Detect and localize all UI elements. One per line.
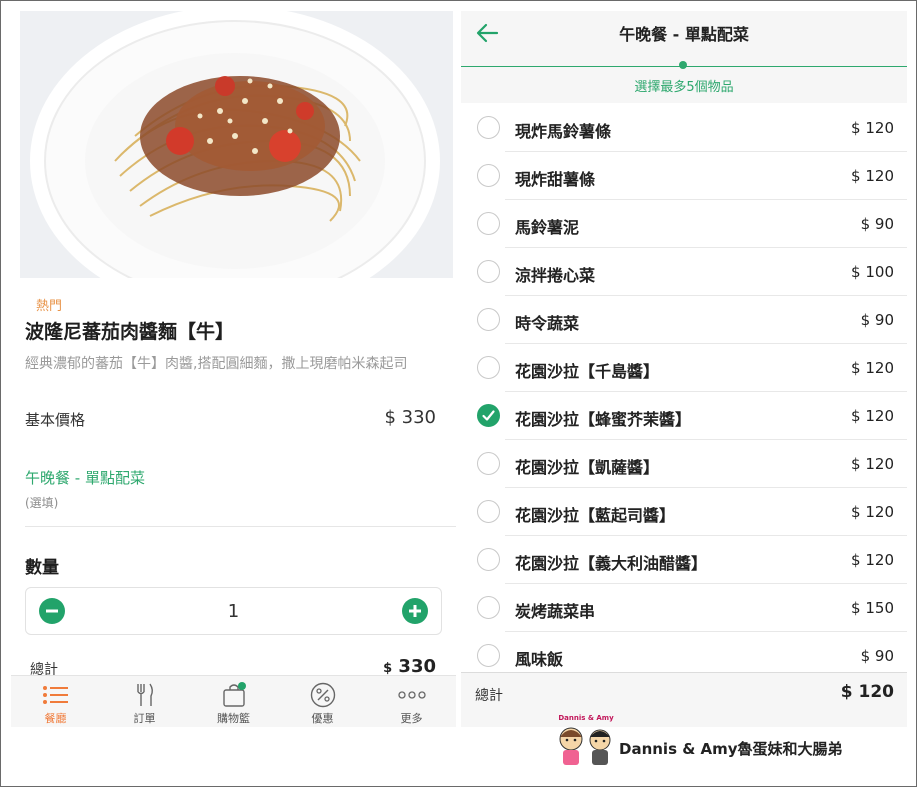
base-price-value: $ 330 — [384, 407, 436, 428]
divider — [25, 526, 456, 527]
tab-label: 更多 — [400, 712, 423, 725]
option-row[interactable]: 時令蔬菜 $ 90 — [461, 296, 907, 344]
total-value: $ 120 — [840, 682, 894, 702]
base-price-label: 基本價格 — [25, 411, 86, 429]
dish-photo — [20, 11, 453, 278]
total-value: $ 330 — [383, 656, 436, 677]
option-name: 時令蔬菜 — [515, 314, 580, 333]
selection-limit-note: 選擇最多5個物品 — [634, 80, 734, 95]
watermark: Dannis & Amy Dannis & Amy魯蛋妹和大腸弟 — [555, 713, 855, 773]
option-row[interactable]: 現炸馬鈴薯條 $ 120 — [461, 104, 907, 152]
more-icon — [397, 691, 426, 699]
tab-more[interactable]: 更多 — [367, 676, 456, 727]
percent-icon — [310, 682, 335, 708]
tab-offers[interactable]: 優惠 — [278, 676, 367, 727]
quantity-stepper: 1 — [25, 587, 442, 635]
option-price: $ 120 — [851, 455, 894, 473]
option-row[interactable]: 炭烤蔬菜串 $ 150 — [461, 584, 907, 632]
plus-button[interactable] — [402, 598, 428, 624]
radio-unchecked[interactable] — [477, 356, 500, 379]
option-row[interactable]: 花園沙拉【千島醬】 $ 120 — [461, 344, 907, 392]
option-name: 花園沙拉【義大利油醋醬】 — [515, 554, 708, 573]
tab-label: 餐廳 — [44, 712, 67, 725]
option-price: $ 90 — [860, 647, 894, 665]
cart-badge-dot — [237, 682, 246, 690]
option-name: 花園沙拉【千島醬】 — [515, 362, 660, 381]
list-icon — [42, 686, 68, 704]
dish-description: 經典濃郁的蕃茄【牛】肉醬,搭配圓細麵，撒上現磨帕米森起司 — [25, 356, 408, 372]
dish-detail-screen: 熱門 波隆尼蕃茄肉醬麵【牛】 經典濃郁的蕃茄【牛】肉醬,搭配圓細麵，撒上現磨帕米… — [11, 11, 456, 727]
total-amount: 330 — [398, 656, 436, 677]
tab-restaurant[interactable]: 餐廳 — [11, 676, 100, 727]
option-name: 現炸馬鈴薯條 — [515, 122, 612, 141]
option-price: $ 100 — [851, 263, 894, 281]
radio-unchecked[interactable] — [477, 452, 500, 475]
radio-unchecked[interactable] — [477, 596, 500, 619]
option-name: 現炸甜薯條 — [515, 170, 596, 189]
addon-header: 午晚餐 - 單點配菜 選擇最多5個物品 — [461, 11, 907, 103]
radio-unchecked[interactable] — [477, 164, 500, 187]
dish-name: 波隆尼蕃茄肉醬麵【牛】 — [25, 321, 235, 343]
addon-optional-note: (選填) — [25, 496, 59, 510]
total-currency: $ — [383, 661, 393, 676]
option-price: $ 120 — [851, 407, 894, 425]
option-name: 風味飯 — [515, 650, 564, 669]
option-row[interactable]: 花園沙拉【義大利油醋醬】 $ 120 — [461, 536, 907, 584]
plus-icon — [409, 605, 421, 617]
option-price: $ 90 — [860, 311, 894, 329]
fork-knife-icon — [136, 683, 153, 706]
option-row[interactable]: 現炸甜薯條 $ 120 — [461, 152, 907, 200]
bottom-tab-bar: 餐廳 訂單 購物籃 優惠 更多 — [11, 675, 456, 727]
option-price: $ 150 — [851, 599, 894, 617]
tab-label: 優惠 — [311, 712, 334, 725]
tab-orders[interactable]: 訂單 — [100, 676, 189, 727]
option-name: 涼拌捲心菜 — [515, 266, 596, 285]
tab-cart[interactable]: 購物籃 — [189, 676, 278, 727]
option-row[interactable]: 涼拌捲心菜 $ 100 — [461, 248, 907, 296]
page-title: 午晚餐 - 單點配菜 — [619, 25, 749, 44]
logo-text: Dannis & Amy — [558, 714, 614, 722]
option-price: $ 120 — [851, 167, 894, 185]
option-price: $ 120 — [851, 551, 894, 569]
tab-label: 購物籃 — [217, 712, 250, 725]
total-label: 總計 — [475, 688, 503, 704]
option-price: $ 90 — [860, 215, 894, 233]
option-name: 馬鈴薯泥 — [515, 218, 580, 237]
option-row[interactable]: 花園沙拉【凱薩醬】 $ 120 — [461, 440, 907, 488]
option-row[interactable]: 馬鈴薯泥 $ 90 — [461, 200, 907, 248]
radio-unchecked[interactable] — [477, 644, 500, 667]
radio-unchecked[interactable] — [477, 260, 500, 283]
radio-unchecked[interactable] — [477, 548, 500, 571]
hot-tag: 熱門 — [36, 299, 63, 314]
option-list: 現炸馬鈴薯條 $ 120 現炸甜薯條 $ 120 馬鈴薯泥 $ 90 涼拌捲心菜 $ 100 時… — [461, 104, 907, 680]
option-name: 炭烤蔬菜串 — [515, 602, 596, 621]
radio-unchecked[interactable] — [477, 212, 500, 235]
option-row[interactable]: 花園沙拉【蜂蜜芥茉醬】 $ 120 — [461, 392, 907, 440]
option-name: 花園沙拉【蜂蜜芥茉醬】 — [515, 410, 692, 429]
addon-selection-screen: 午晚餐 - 單點配菜 選擇最多5個物品 現炸馬鈴薯條 $ 120 現炸甜薯條 $ 12… — [461, 11, 907, 727]
check-icon — [482, 410, 495, 421]
option-name: 花園沙拉【藍起司醬】 — [515, 506, 676, 525]
radio-unchecked[interactable] — [477, 116, 500, 139]
watermark-text: Dannis & Amy魯蛋妹和大腸弟 — [619, 740, 843, 758]
tab-label: 訂單 — [133, 712, 156, 725]
radio-unchecked[interactable] — [477, 500, 500, 523]
step-indicator-dot — [679, 61, 687, 69]
addon-group-link[interactable]: 午晚餐 - 單點配菜 — [25, 467, 145, 488]
quantity-value: 1 — [227, 601, 240, 622]
option-name: 花園沙拉【凱薩醬】 — [515, 458, 660, 477]
option-price: $ 120 — [851, 503, 894, 521]
radio-unchecked[interactable] — [477, 308, 500, 331]
radio-checked[interactable] — [477, 404, 500, 427]
option-price: $ 120 — [851, 359, 894, 377]
option-price: $ 120 — [851, 119, 894, 137]
quantity-title: 數量 — [25, 558, 59, 578]
blog-logo: Dannis & Amy — [558, 714, 614, 765]
option-row[interactable]: 花園沙拉【藍起司醬】 $ 120 — [461, 488, 907, 536]
